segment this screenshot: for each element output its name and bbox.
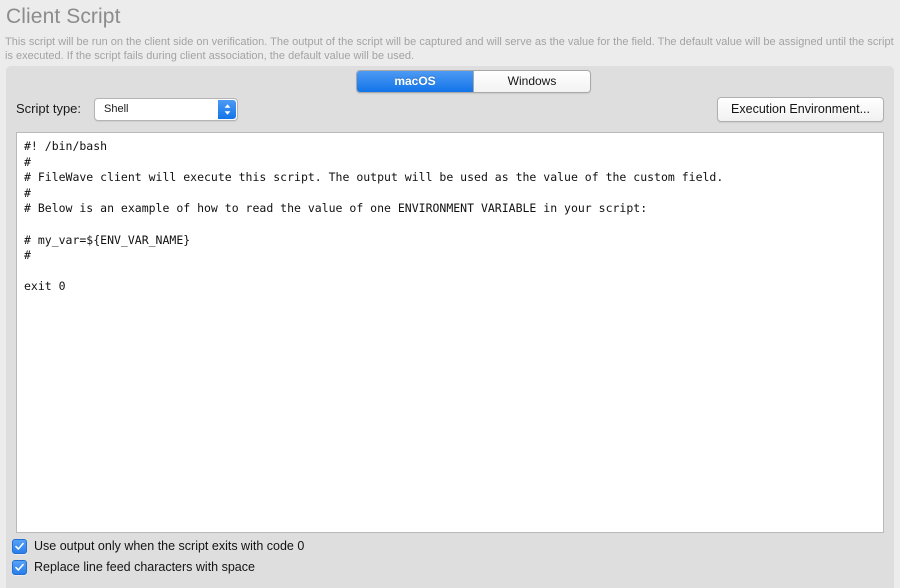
script-type-select[interactable]: Shell bbox=[94, 98, 238, 121]
checkmark-icon[interactable] bbox=[12, 560, 27, 575]
script-editor[interactable]: #! /bin/bash # # FileWave client will ex… bbox=[16, 132, 884, 533]
page-title: Client Script bbox=[6, 5, 121, 28]
page-description: This script will be run on the client si… bbox=[5, 36, 894, 62]
script-type-label: Script type: bbox=[16, 101, 82, 116]
option-label: Replace line feed characters with space bbox=[34, 560, 255, 574]
tab-macos[interactable]: macOS bbox=[357, 71, 473, 92]
option-replace-line-feed-with-space[interactable]: Replace line feed characters with space bbox=[12, 560, 255, 575]
execution-environment-button[interactable]: Execution Environment... bbox=[717, 97, 884, 122]
option-label: Use output only when the script exits wi… bbox=[34, 539, 305, 553]
checkmark-icon[interactable] bbox=[12, 539, 27, 554]
script-editor-content[interactable]: #! /bin/bash # # FileWave client will ex… bbox=[17, 133, 883, 301]
chevron-up-down-icon[interactable] bbox=[218, 100, 236, 119]
platform-tab-control[interactable]: macOS Windows bbox=[356, 70, 591, 93]
tab-windows[interactable]: Windows bbox=[473, 71, 590, 92]
client-script-panel: macOS Windows Script type: Shell Executi… bbox=[6, 66, 894, 588]
script-type-value: Shell bbox=[104, 103, 129, 115]
option-use-output-only-on-exit-zero[interactable]: Use output only when the script exits wi… bbox=[12, 539, 304, 554]
